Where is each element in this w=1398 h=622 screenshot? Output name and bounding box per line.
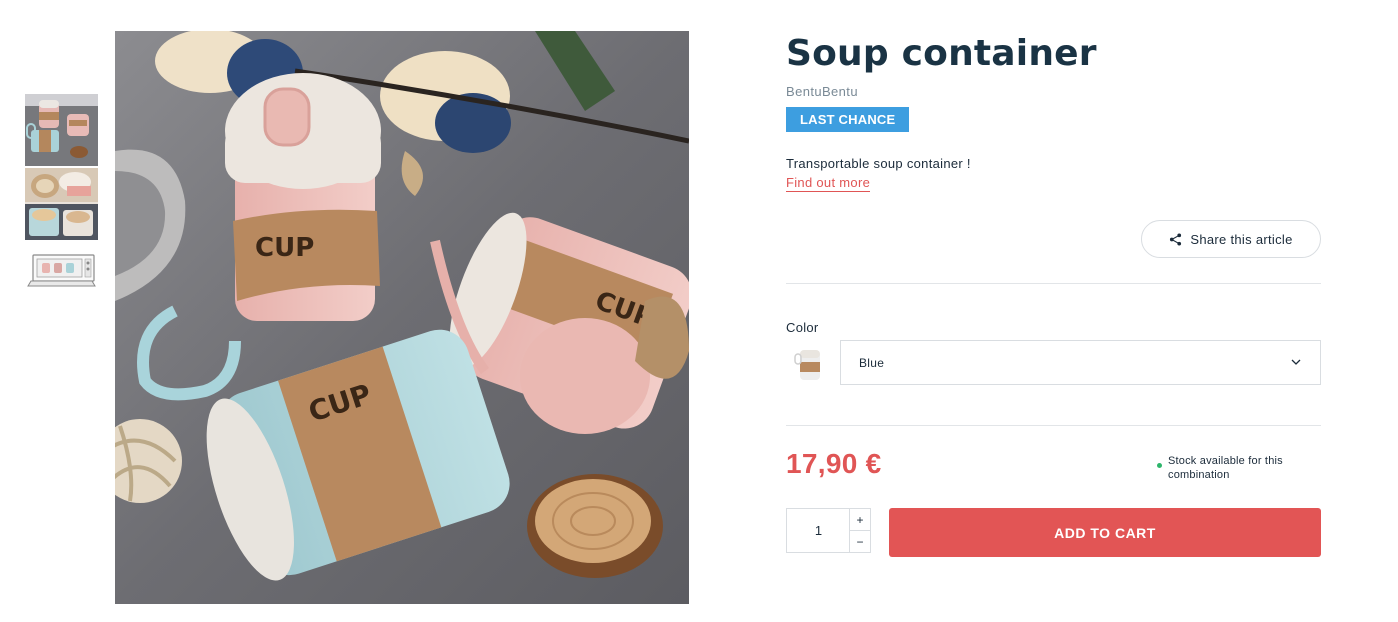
quantity-input[interactable] <box>787 509 850 552</box>
quantity-decrement-button[interactable]: − <box>849 531 870 552</box>
stock-text: Stock available for this combination <box>1168 455 1283 481</box>
thumbnail-3[interactable] <box>25 242 98 314</box>
thumbnail-1[interactable] <box>25 94 98 166</box>
color-swatch-image <box>792 344 826 384</box>
stock-status: Stock available for this combination <box>1157 454 1318 482</box>
product-title: Soup container <box>786 33 1097 74</box>
color-select[interactable]: Blue <box>840 340 1321 385</box>
svg-text:CUP: CUP <box>255 233 314 263</box>
thumbnail-2[interactable] <box>25 168 98 240</box>
chevron-down-icon <box>1291 359 1301 365</box>
main-product-image[interactable]: CUP CUP CUP <box>115 31 689 604</box>
find-out-more-link[interactable]: Find out more <box>786 175 871 192</box>
last-chance-badge: LAST CHANCE <box>786 107 910 132</box>
product-brand[interactable]: BentuBentu <box>786 84 1321 99</box>
share-icon <box>1170 232 1182 246</box>
stock-indicator-dot <box>1157 463 1162 468</box>
color-label: Color <box>786 320 819 335</box>
product-price: 17,90 € <box>786 448 882 479</box>
color-select-value: Blue <box>859 355 885 370</box>
quantity-stepper: + − <box>786 508 871 553</box>
add-to-cart-button[interactable]: ADD TO CART <box>889 508 1321 557</box>
share-label: Share this article <box>1190 231 1293 247</box>
share-button[interactable]: Share this article <box>1141 220 1321 258</box>
product-description: Transportable soup container ! <box>786 156 971 171</box>
thumbnail-gallery <box>25 94 98 316</box>
quantity-increment-button[interactable]: + <box>849 509 870 531</box>
divider <box>786 283 1321 284</box>
product-info: Soup container BentuBentu LAST CHANCE Tr… <box>786 31 1321 557</box>
divider <box>786 425 1321 426</box>
